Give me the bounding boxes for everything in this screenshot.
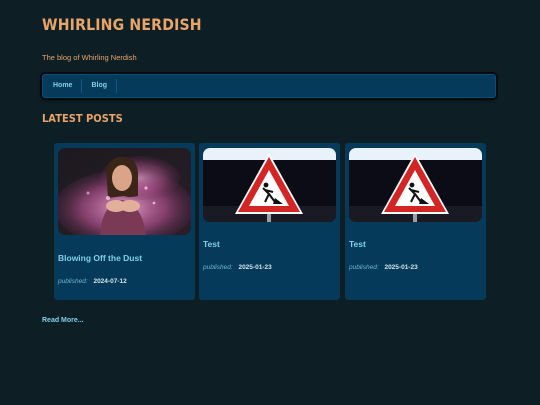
post-meta: published: 2024-07-12 (58, 278, 127, 285)
post-date: 2025-01-23 (238, 264, 272, 271)
published-label: published: (203, 264, 233, 271)
nav-item-home[interactable]: Home (44, 79, 83, 93)
nav-bar: Home Blog (42, 74, 496, 98)
published-label: published: (349, 264, 379, 271)
read-more-link[interactable]: Read More... (42, 317, 84, 324)
post-thumbnail[interactable] (58, 148, 191, 235)
construction-sign-image (203, 148, 336, 222)
post-date: 2024-07-12 (93, 278, 127, 285)
construction-sign-image (349, 148, 482, 222)
post-meta: published: 2025-01-23 (349, 264, 418, 271)
site-title[interactable]: WHIRLING NERDISH (42, 15, 202, 34)
dust-photo-image (58, 148, 191, 235)
published-label: published: (58, 278, 88, 285)
site-tagline: The blog of Whirling Nerdish (42, 53, 137, 62)
post-card[interactable]: Test published: 2025-01-23 (199, 143, 340, 300)
post-meta: published: 2025-01-23 (203, 264, 272, 271)
post-title[interactable]: Test (349, 239, 366, 249)
post-thumbnail[interactable] (349, 148, 482, 222)
post-date: 2025-01-23 (384, 264, 418, 271)
nav-item-blog[interactable]: Blog (82, 79, 118, 93)
post-card[interactable]: Blowing Off the Dust published: 2024-07-… (54, 143, 195, 300)
post-title[interactable]: Blowing Off the Dust (58, 253, 142, 263)
latest-posts-heading: LATEST POSTS (42, 112, 123, 125)
post-card[interactable]: Test published: 2025-01-23 (345, 143, 486, 300)
post-title[interactable]: Test (203, 239, 220, 249)
post-thumbnail[interactable] (203, 148, 336, 222)
